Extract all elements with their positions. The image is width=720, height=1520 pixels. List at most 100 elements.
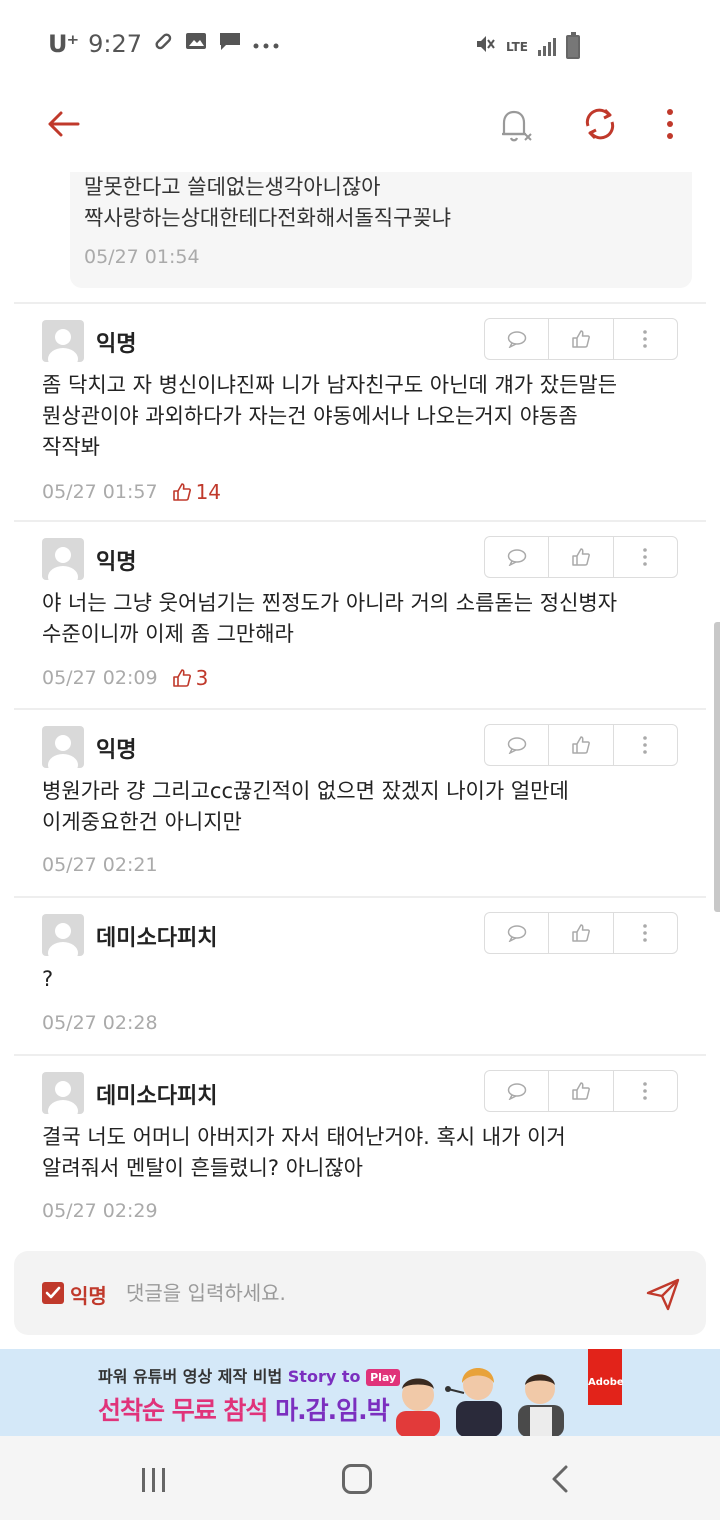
comment-date: 05/27 02:28: [42, 1012, 158, 1034]
comment-author: 익명: [96, 332, 137, 357]
anonymous-checkbox[interactable]: [42, 1282, 64, 1304]
comment-input[interactable]: [126, 1273, 626, 1313]
comment-actions: [484, 912, 678, 954]
back-button[interactable]: [44, 104, 84, 144]
ad-people-image: [396, 1368, 564, 1436]
more-vertical-icon: [643, 924, 648, 942]
more-vertical-icon: [643, 548, 648, 566]
comment-actions: [484, 318, 678, 360]
reply-button[interactable]: [485, 913, 550, 953]
message-icon: [218, 30, 242, 58]
comment-more-button[interactable]: [614, 537, 677, 577]
adobe-logo: Adobe: [588, 1349, 624, 1405]
like-count: 3: [172, 666, 209, 690]
app-bar: [0, 92, 720, 154]
comment-text-line: 좀 닥치고 자 병신이냐진짜 니가 남자친구도 아닌데 걔가 잤든말든: [42, 373, 618, 397]
like-button[interactable]: [549, 913, 614, 953]
avatar: [42, 538, 84, 580]
divider: [14, 1054, 706, 1056]
comment-text-line: 이게중요한건 아니지만: [42, 810, 242, 834]
anonymous-label[interactable]: 익명: [70, 1280, 107, 1309]
comment-more-button[interactable]: [614, 913, 677, 953]
comment-date: 05/27 02:29: [42, 1200, 158, 1222]
comment-meta: 05/27 02:09 3: [42, 666, 208, 690]
comment-text: 야 너는 그냥 웃어넘기는 찐정도가 아니라 거의 소름돋는 정신병자 수준이니…: [42, 588, 682, 650]
arrow-left-icon: [48, 111, 80, 137]
thumbs-up-icon: [572, 1082, 590, 1100]
comment-author: 익명: [96, 550, 137, 575]
refresh-button[interactable]: [580, 104, 620, 144]
comment-input-bar: 익명: [14, 1251, 706, 1335]
home-button[interactable]: [342, 1464, 372, 1494]
speech-bubble-icon: [507, 925, 526, 942]
reply-date: 05/27 01:54: [84, 246, 200, 268]
more-vertical-icon: [667, 109, 673, 139]
comment-author: 데미소다피치: [96, 1084, 218, 1109]
avatar: [42, 914, 84, 956]
checkmark-icon: [45, 1286, 61, 1299]
comment-more-button[interactable]: [614, 1071, 677, 1111]
mute-icon: [474, 33, 496, 60]
reply-button[interactable]: [485, 725, 550, 765]
like-button[interactable]: [549, 319, 614, 359]
ad-subheadline: 선착순 무료 참석 마.감.임.박: [98, 1391, 390, 1427]
comment-text-line: ?: [42, 967, 54, 991]
reply-text-line: 짝사랑하는상대한테다전화해서돌직구꽂냐: [84, 206, 452, 230]
ad-headline-story: Story to: [287, 1367, 361, 1386]
reply-text: 말못한다고 쓸데없는생각아니잖아 짝사랑하는상대한테다전화해서돌직구꽂냐: [84, 172, 451, 234]
comment-actions: [484, 724, 678, 766]
thumbs-up-icon: [172, 669, 191, 687]
like-button[interactable]: [549, 537, 614, 577]
ad-headline-prefix: 파워 유튜버 영상 제작 비법: [98, 1367, 283, 1386]
speech-bubble-icon: [507, 549, 526, 566]
speech-bubble-icon: [507, 331, 526, 348]
comment-text-line: 야 너는 그냥 웃어넘기는 찐정도가 아니라 거의 소름돋는 정신병자: [42, 591, 618, 615]
comment-meta: 05/27 02:21: [42, 854, 158, 876]
send-icon: [646, 1278, 680, 1311]
avatar: [42, 726, 84, 768]
more-vertical-icon: [643, 1082, 648, 1100]
comment-date: 05/27 02:21: [42, 854, 158, 876]
comment-text-line: 알려줘서 멘탈이 흔들렸니? 아니잖아: [42, 1156, 363, 1180]
carrier-label: U⁺: [48, 30, 79, 58]
more-vertical-icon: [643, 736, 648, 754]
notification-toggle-button[interactable]: [494, 104, 538, 148]
comment-meta: 05/27 01:57 14: [42, 480, 221, 504]
comment-actions: [484, 536, 678, 578]
like-count-value: 14: [195, 480, 222, 504]
reply-button[interactable]: [485, 319, 550, 359]
comment-text: ?: [42, 964, 682, 995]
like-button[interactable]: [549, 1071, 614, 1111]
comment-text: 좀 닥치고 자 병신이냐진짜 니가 남자친구도 아닌데 걔가 잤든말든 뭔상관이…: [42, 370, 682, 463]
send-button[interactable]: [644, 1275, 682, 1313]
more-options-button[interactable]: [656, 104, 684, 144]
more-vertical-icon: [643, 330, 648, 348]
comment-date: 05/27 02:09: [42, 667, 158, 689]
reply-button[interactable]: [485, 537, 550, 577]
comment-meta: 05/27 02:28: [42, 1012, 158, 1034]
divider: [14, 520, 706, 522]
more-notifications-icon: [252, 32, 280, 57]
scrollbar-thumb[interactable]: [714, 622, 720, 912]
reply-button[interactable]: [485, 1071, 550, 1111]
comment-more-button[interactable]: [614, 725, 677, 765]
comment-text-line: 결국 너도 어머니 아버지가 자서 태어난거야. 혹시 내가 이거: [42, 1125, 566, 1149]
battery-icon: [566, 31, 580, 59]
thumbs-up-icon: [572, 330, 590, 348]
comment-more-button[interactable]: [614, 319, 677, 359]
like-count-value: 3: [195, 666, 209, 690]
ad-headline: 파워 유튜버 영상 제작 비법 Story to Play: [98, 1363, 401, 1387]
comment-author: 데미소다피치: [96, 926, 218, 951]
nested-reply: 말못한다고 쓸데없는생각아니잖아 짝사랑하는상대한테다전화해서돌직구꽂냐 05/…: [70, 172, 692, 288]
like-button[interactable]: [549, 725, 614, 765]
nav-back-button[interactable]: [548, 1464, 572, 1494]
like-count: 14: [172, 480, 221, 504]
ad-subheadline-pink: 선착순 무료 참석: [98, 1396, 268, 1425]
recent-apps-icon: [142, 1468, 145, 1492]
thumbs-up-icon: [572, 924, 590, 942]
comment-text-line: 작작봐: [42, 435, 100, 459]
comment-text-line: 수준이니까 이제 좀 그만해라: [42, 622, 294, 646]
recent-apps-button[interactable]: [142, 1468, 172, 1492]
status-bar: U⁺ 9:27 LTE: [0, 0, 720, 90]
ad-banner[interactable]: 파워 유튜버 영상 제작 비법 Story to Play 선착순 무료 참석 …: [0, 1349, 720, 1436]
